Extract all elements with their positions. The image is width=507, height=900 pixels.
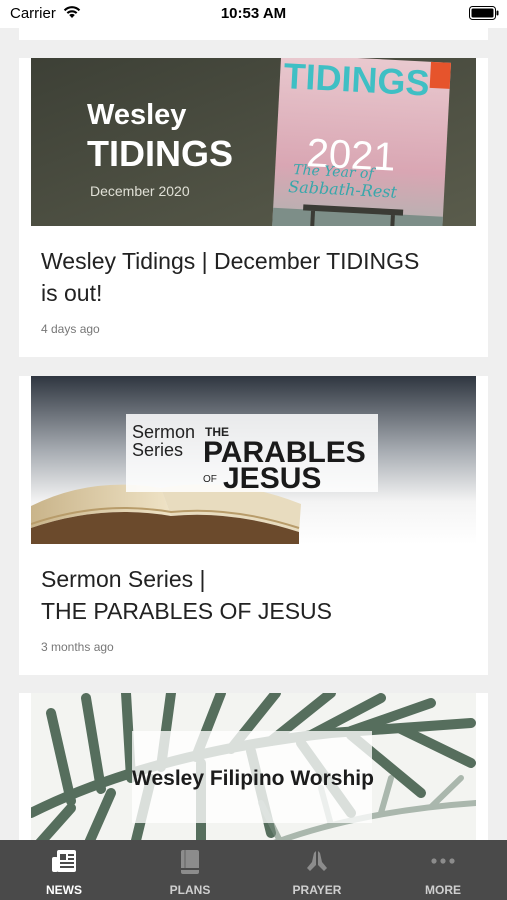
clock: 10:53 AM	[220, 5, 287, 22]
image-line-tidings: TIDINGS	[87, 133, 233, 174]
image-line-wesley: Wesley	[87, 99, 186, 131]
tab-news[interactable]: NEWS	[1, 840, 127, 900]
image-of: OF	[203, 474, 217, 485]
book-icon	[181, 850, 199, 874]
magazine-title: TIDINGS	[283, 58, 431, 104]
post-title[interactable]: Sermon Series | THE PARABLES OF JESUS	[41, 563, 471, 627]
praying-hands-icon	[307, 851, 327, 871]
post-card[interactable]: Wesley Filipino Worship	[19, 693, 488, 840]
tab-plans[interactable]: PLANS	[127, 840, 253, 900]
image-series-line-2: Series	[132, 440, 183, 460]
post-timestamp: 4 days ago	[41, 322, 100, 336]
tab-more[interactable]: MORE	[380, 840, 506, 900]
post-card-partial[interactable]	[19, 28, 488, 40]
battery-icon	[469, 6, 499, 20]
tab-label: PLANS	[169, 883, 211, 897]
post-image: TIDINGS 2021 The Year of Sabbath-Rest We…	[31, 58, 476, 226]
news-feed[interactable]: TIDINGS 2021 The Year of Sabbath-Rest We…	[0, 0, 507, 840]
image-line-date: December 2020	[90, 183, 190, 199]
tab-label: MORE	[425, 883, 461, 897]
more-dots-icon	[431, 858, 455, 864]
image-caption: Wesley Filipino Worship	[132, 767, 374, 790]
post-card[interactable]: Sermon Series THE PARABLES OF JESUS Serm…	[19, 376, 488, 675]
tab-label: NEWS	[46, 883, 82, 897]
post-title[interactable]: Wesley Tidings | December TIDINGS is out…	[41, 245, 471, 309]
status-bar: Carrier 10:53 AM	[0, 0, 507, 28]
news-icon	[52, 850, 76, 872]
tab-bar: NEWS PLANS PRAYER MORE	[0, 840, 507, 900]
tab-prayer[interactable]: PRAYER	[254, 840, 380, 900]
post-timestamp: 3 months ago	[41, 640, 114, 654]
tab-label: PRAYER	[292, 883, 342, 897]
post-image: Sermon Series THE PARABLES OF JESUS	[31, 376, 476, 544]
post-image: Wesley Filipino Worship	[31, 693, 476, 840]
image-series-line-1: Sermon	[132, 422, 195, 442]
image-jesus: JESUS	[223, 462, 321, 495]
post-card[interactable]: TIDINGS 2021 The Year of Sabbath-Rest We…	[19, 58, 488, 357]
